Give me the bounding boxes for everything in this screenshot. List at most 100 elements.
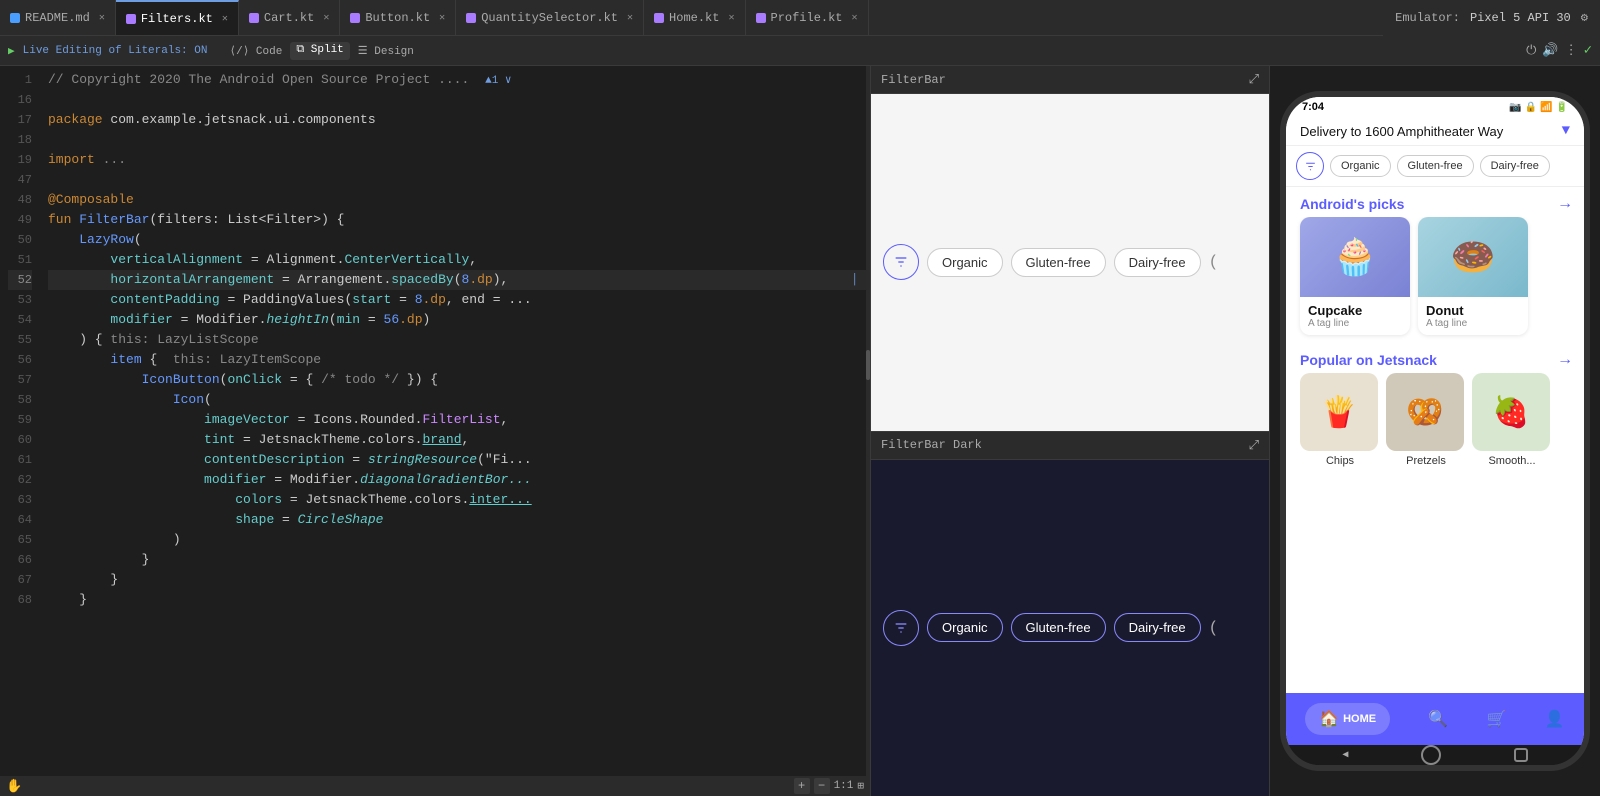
chip-dairyfree-light[interactable]: Dairy-free	[1114, 248, 1201, 277]
battery-icon: 🔋	[1556, 102, 1568, 113]
phone-chip-dairy[interactable]: Dairy-free	[1480, 155, 1550, 177]
popular-card-chips[interactable]: 🍟 Chips	[1300, 373, 1380, 467]
phone-filter-icon[interactable]	[1296, 152, 1324, 180]
expand-icon-dark[interactable]: ⤢	[1249, 438, 1259, 453]
tab-filters-close[interactable]: ✕	[222, 13, 228, 25]
tab-profile-label: Profile.kt	[771, 11, 843, 25]
mode-split[interactable]: ⧉ Split	[290, 42, 349, 60]
line-num-59: 59	[8, 410, 32, 430]
tab-profile-close[interactable]: ✕	[852, 12, 858, 24]
popular-card-pretzels[interactable]: 🥨 Pretzels	[1386, 373, 1466, 467]
code-line-17: package com.example.jetsnack.ui.componen…	[48, 110, 866, 130]
tab-profile[interactable]: Profile.kt ✕	[746, 0, 869, 35]
tab-filters[interactable]: Filters.kt ✕	[116, 0, 239, 35]
status-hand-icon: ✋	[6, 779, 22, 794]
home-button[interactable]	[1421, 745, 1441, 765]
tab-bar: README.md ✕ Filters.kt ✕ Cart.kt ✕ Butto…	[0, 0, 1600, 36]
live-editing-bar: ▶ Live Editing of Literals: ON ⟨/⟩ Code …	[0, 36, 1600, 66]
chip-organic-light[interactable]: Organic	[927, 248, 1003, 277]
profile-nav-icon: 👤	[1545, 709, 1565, 729]
nav-profile[interactable]: 👤	[1545, 709, 1565, 729]
phone-chip-gluten[interactable]: Gluten-free	[1397, 155, 1474, 177]
nav-cart[interactable]: 🛒	[1487, 709, 1507, 729]
chips-name: Chips	[1300, 455, 1380, 467]
volume-icon[interactable]: 🔊	[1542, 43, 1558, 58]
line-num-62: 62	[8, 470, 32, 490]
pick-card-cupcake[interactable]: 🧁 Cupcake A tag line	[1300, 217, 1410, 335]
code-line-49: fun FilterBar(filters: List<Filter>) {	[48, 210, 866, 230]
tab-home[interactable]: Home.kt ✕	[644, 0, 745, 35]
line-num-66: 66	[8, 550, 32, 570]
code-line-52: horizontalArrangement = Arrangement.spac…	[48, 270, 866, 290]
fit-icon[interactable]: ⊞	[857, 779, 864, 793]
code-line-66: }	[48, 550, 866, 570]
line-num-47: 47	[8, 170, 32, 190]
code-line-51: verticalAlignment = Alignment.CenterVert…	[48, 250, 866, 270]
chip-glutenfree-light[interactable]: Gluten-free	[1011, 248, 1106, 277]
phone-filter-row: Organic Gluten-free Dairy-free	[1286, 146, 1584, 187]
chip-organic-dark[interactable]: Organic	[927, 613, 1003, 642]
tab-button-close[interactable]: ✕	[439, 12, 445, 24]
code-content[interactable]: // Copyright 2020 The Android Open Sourc…	[40, 66, 870, 776]
tab-home-label: Home.kt	[669, 11, 719, 25]
panel-header-icons-dark: ⤢	[1249, 438, 1259, 453]
tab-readme-close[interactable]: ✕	[99, 12, 105, 24]
zoom-in-button[interactable]: +	[794, 778, 810, 794]
phone-delivery-bar[interactable]: Delivery to 1600 Amphitheater Way ▼	[1286, 117, 1584, 146]
mode-buttons: ⟨/⟩ Code ⧉ Split ☰ Design	[223, 42, 419, 60]
popular-card-smoothie[interactable]: 🍓 Smooth...	[1472, 373, 1552, 467]
phone-chip-organic[interactable]: Organic	[1330, 155, 1391, 177]
tab-cart[interactable]: Cart.kt ✕	[239, 0, 340, 35]
line-num-57: 57	[8, 370, 32, 390]
filter-icon-light[interactable]	[883, 244, 919, 280]
section-arrow-popular[interactable]: →	[1560, 351, 1570, 369]
line-num-18: 18	[8, 130, 32, 150]
tab-cart-close[interactable]: ✕	[323, 12, 329, 24]
phone-bottom-nav: 🏠 HOME 🔍 🛒 👤	[1286, 693, 1584, 745]
panel-header-dark: FilterBar Dark ⤢	[871, 432, 1269, 460]
zoom-controls: + − 1:1 ⊞	[794, 778, 864, 794]
donut-image: 🍩	[1418, 217, 1528, 297]
mode-code[interactable]: ⟨/⟩ Code	[223, 42, 288, 60]
mode-design[interactable]: ☰ Design	[352, 42, 420, 60]
code-line-58: Icon(	[48, 390, 866, 410]
line-num-63: 63	[8, 490, 32, 510]
md-icon	[10, 13, 20, 23]
kt-icon-6	[756, 13, 766, 23]
pick-card-donut[interactable]: 🍩 Donut A tag line	[1418, 217, 1528, 335]
preview-panels: FilterBar ⤢ Organic Gluten-free Dairy-fr…	[870, 66, 1270, 796]
tab-button[interactable]: Button.kt ✕	[340, 0, 456, 35]
back-button[interactable]: ◀	[1342, 749, 1348, 761]
code-line-59: imageVector = Icons.Rounded.FilterList,	[48, 410, 866, 430]
more-icon[interactable]: ⋮	[1565, 43, 1578, 58]
recents-button[interactable]	[1514, 748, 1528, 762]
home-nav-icon: 🏠	[1319, 709, 1339, 729]
code-line-16	[48, 90, 866, 110]
power-icon[interactable]: ⏻	[1526, 43, 1536, 58]
line-num-51: 51	[8, 250, 32, 270]
expand-icon-light[interactable]: ⤢	[1249, 72, 1259, 87]
tab-quantity-close[interactable]: ✕	[627, 12, 633, 24]
tab-home-close[interactable]: ✕	[728, 12, 734, 24]
section-arrow-picks[interactable]: →	[1560, 195, 1570, 213]
code-line-61: contentDescription = stringResource("Fi.…	[48, 450, 866, 470]
nav-home[interactable]: 🏠 HOME	[1305, 703, 1390, 735]
zoom-out-button[interactable]: −	[814, 778, 830, 794]
panel-header-icons-light: ⤢	[1249, 72, 1259, 87]
top-right-bar: Emulator: Pixel 5 API 30 ⚙	[1383, 0, 1600, 36]
tab-quantity[interactable]: QuantitySelector.kt ✕	[456, 0, 644, 35]
line-num-53: 53	[8, 290, 32, 310]
donut-info: Donut A tag line	[1418, 297, 1528, 335]
code-line-64: shape = CircleShape	[48, 510, 866, 530]
chip-glutenfree-dark[interactable]: Gluten-free	[1011, 613, 1106, 642]
filter-icon-dark[interactable]	[883, 610, 919, 646]
tab-readme[interactable]: README.md ✕	[0, 0, 116, 35]
chip-dairyfree-dark[interactable]: Dairy-free	[1114, 613, 1201, 642]
settings-icon[interactable]: ⚙	[1581, 10, 1588, 25]
code-line-67: }	[48, 570, 866, 590]
code-line-56: item { this: LazyItemScope	[48, 350, 866, 370]
line-numbers: 1 16 17 18 19 47 48 49 50 51 52 53 54 55…	[0, 66, 40, 776]
cupcake-info: Cupcake A tag line	[1300, 297, 1410, 335]
nav-search[interactable]: 🔍	[1428, 709, 1448, 729]
donut-name: Donut	[1426, 303, 1520, 318]
